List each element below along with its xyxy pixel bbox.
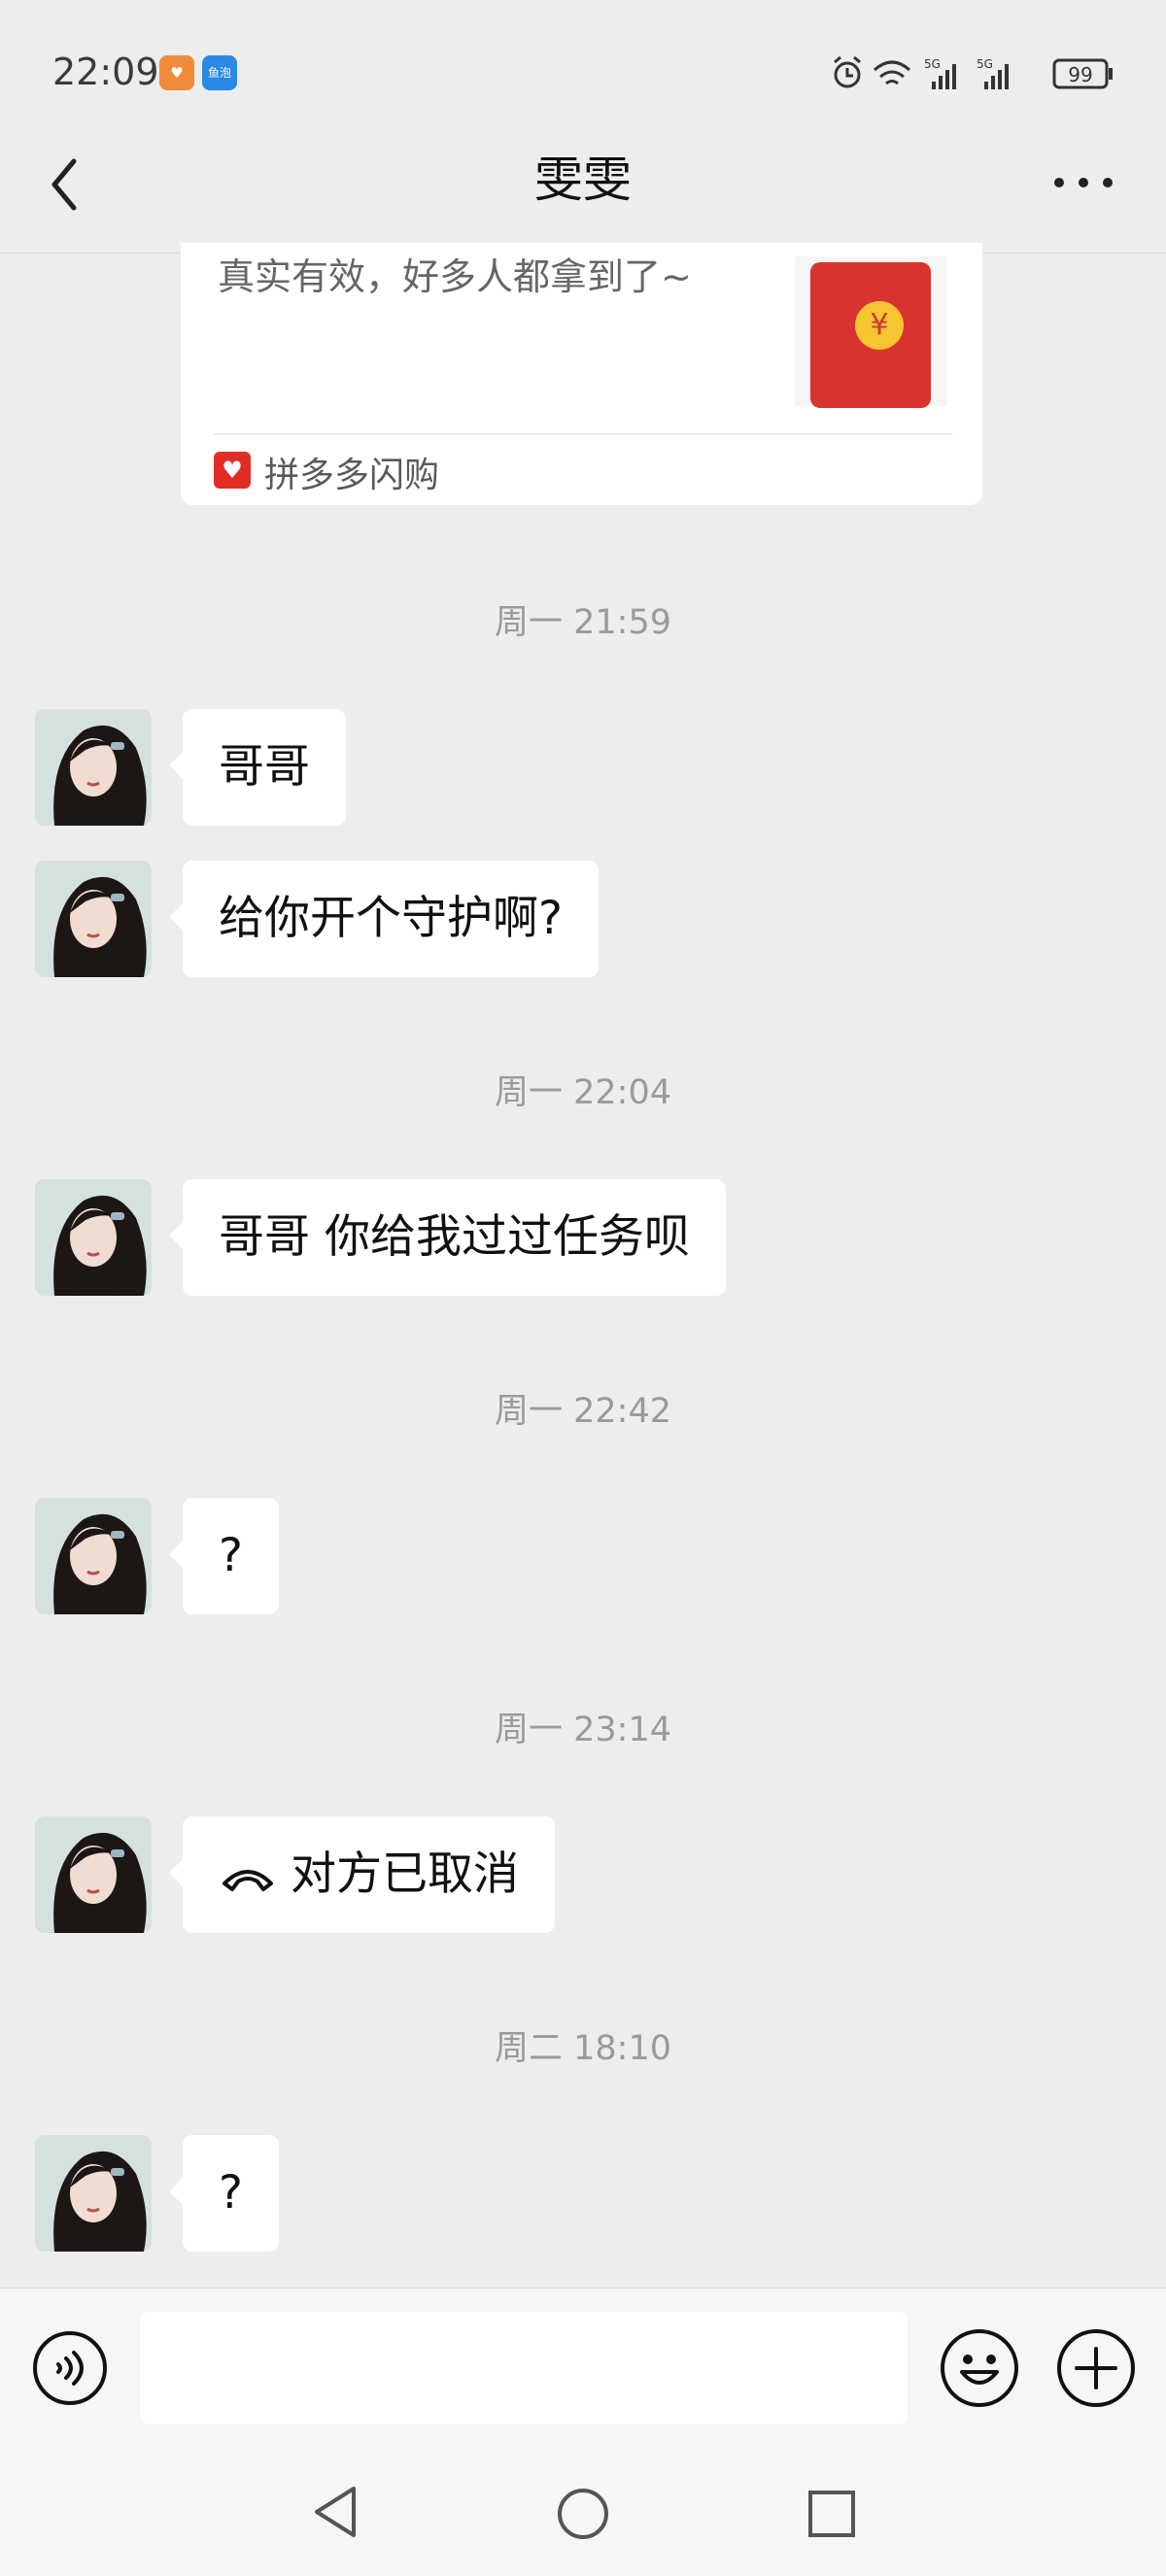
signal-1-label: 5G — [924, 57, 941, 71]
avatar[interactable] — [35, 2135, 152, 2252]
avatar-image — [35, 1498, 152, 1614]
avatar-image — [35, 861, 152, 977]
avatar[interactable] — [35, 1816, 152, 1933]
avatar-image — [35, 1816, 152, 1933]
call-cancelled-bubble[interactable]: 对方已取消 — [169, 1816, 555, 1933]
add-attachment-icon[interactable] — [1055, 2327, 1137, 2409]
nav-home-icon[interactable] — [556, 2487, 610, 2541]
more-options-icon[interactable] — [1049, 163, 1117, 202]
message-bubble[interactable]: 给你开个守护啊? — [169, 861, 599, 977]
status-time: 22:09 — [52, 51, 159, 93]
avatar[interactable] — [35, 1498, 152, 1614]
message-input[interactable] — [140, 2312, 908, 2424]
timestamp: 周一 22:42 — [495, 1392, 671, 1431]
phone-hangup-icon — [223, 1869, 273, 1891]
back-arrow-icon[interactable] — [47, 155, 86, 214]
avatar-image — [35, 2135, 152, 2252]
pinduoduo-logo-icon: ♥ — [214, 452, 251, 489]
yupao-app-icon: 鱼泡 — [202, 55, 237, 90]
timestamp: 周二 18:10 — [495, 2029, 671, 2068]
call-status-text: 对方已取消 — [291, 1847, 519, 1901]
avatar[interactable] — [35, 709, 152, 826]
coin-icon: ¥ — [855, 301, 904, 350]
timestamp: 周一 23:14 — [495, 1711, 671, 1749]
alarm-icon — [834, 55, 861, 88]
card-divider — [214, 433, 952, 435]
promo-card-source: 拼多多闪购 — [264, 456, 440, 495]
voice-input-icon[interactable] — [31, 2329, 109, 2407]
message-bubble[interactable]: 哥哥 — [169, 709, 346, 826]
red-packet-icon: ¥ — [810, 262, 931, 408]
battery-level: 99 — [1068, 63, 1092, 86]
status-icons: 5G 5G 99 — [834, 55, 1113, 89]
promo-card-text: 真实有效，好多人都拿到了~ — [218, 255, 692, 298]
wifi-icon — [874, 60, 910, 85]
chat-title: 雯雯 — [534, 152, 632, 208]
avatar-image — [35, 1179, 152, 1296]
message-bubble[interactable]: ? — [169, 1498, 279, 1614]
avatar-image — [35, 709, 152, 826]
message-bubble[interactable]: ? — [169, 2135, 279, 2252]
promo-card[interactable]: 真实有效，好多人都拿到了~ ¥ ♥ 拼多多闪购 — [181, 243, 982, 505]
nav-recents-icon[interactable] — [805, 2487, 859, 2541]
signal-2-label: 5G — [977, 57, 993, 71]
avatar[interactable] — [35, 861, 152, 977]
avatar[interactable] — [35, 1179, 152, 1296]
timestamp: 周一 22:04 — [495, 1073, 671, 1112]
message-bubble[interactable]: 哥哥 你给我过过任务呗 — [169, 1179, 726, 1296]
nav-back-icon[interactable] — [309, 2483, 363, 2541]
battery-icon: 99 — [1052, 58, 1113, 89]
timestamp: 周一 21:59 — [495, 603, 671, 642]
emoji-icon[interactable] — [939, 2327, 1020, 2409]
app-notification-icon: ♥ — [159, 55, 194, 90]
